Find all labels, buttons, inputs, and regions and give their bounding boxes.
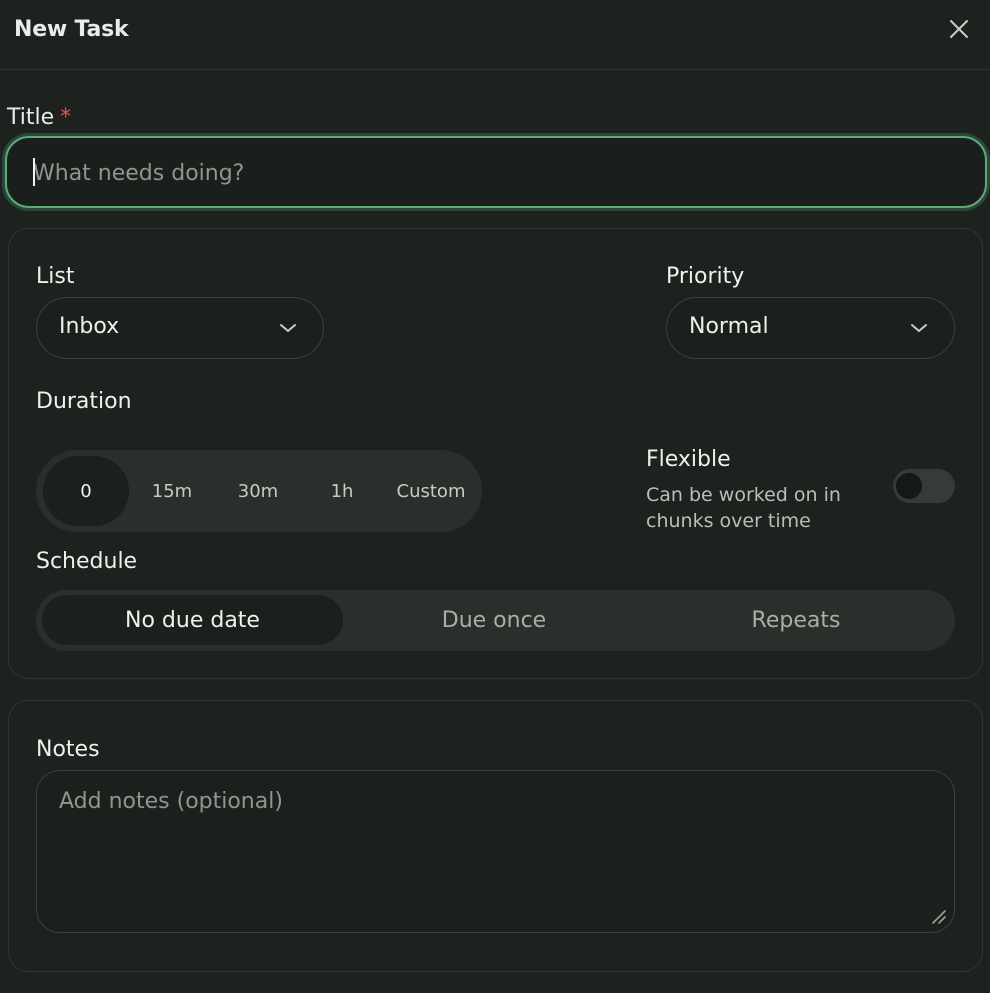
- duration-option-0[interactable]: 0: [43, 456, 129, 526]
- priority-select[interactable]: Normal: [666, 297, 955, 359]
- notes-card: Notes Add notes (optional): [8, 700, 983, 972]
- title-label: Title *: [7, 105, 71, 130]
- title-field[interactable]: [5, 136, 987, 208]
- flexible-label: Flexible: [646, 447, 731, 472]
- schedule-label: Schedule: [36, 549, 138, 574]
- notes-label: Notes: [36, 737, 100, 762]
- required-mark: *: [60, 105, 72, 130]
- close-button[interactable]: [945, 15, 973, 43]
- flexible-toggle[interactable]: [893, 469, 955, 503]
- duration-option-1h[interactable]: 1h: [312, 450, 372, 532]
- schedule-option-repeats[interactable]: Repeats: [645, 590, 947, 651]
- chevron-down-icon: [911, 324, 927, 332]
- schedule-option-no-due-date[interactable]: No due date: [42, 595, 343, 645]
- task-details-card: List Inbox Priority Normal Duration 0 15…: [8, 228, 983, 679]
- schedule-options: No due date Due once Repeats: [36, 590, 955, 651]
- priority-select-value: Normal: [689, 314, 769, 339]
- priority-label: Priority: [666, 264, 745, 289]
- flexible-description: Can be worked on in chunks over time: [646, 484, 841, 532]
- list-label: List: [36, 264, 75, 289]
- close-icon[interactable]: [949, 19, 969, 39]
- schedule-option-due-once[interactable]: Due once: [343, 590, 645, 651]
- duration-option-30m[interactable]: 30m: [218, 450, 298, 532]
- dialog-title: New Task: [14, 17, 129, 42]
- text-caret: [33, 158, 35, 186]
- duration-options: 0 15m 30m 1h Custom: [36, 450, 482, 532]
- duration-option-15m[interactable]: 15m: [134, 450, 210, 532]
- list-select-value: Inbox: [59, 314, 120, 339]
- resize-handle-icon[interactable]: [930, 908, 946, 924]
- duration-label: Duration: [36, 389, 132, 414]
- list-select[interactable]: Inbox: [36, 297, 324, 359]
- toggle-knob: [896, 473, 922, 499]
- dialog-header: New Task: [0, 0, 990, 70]
- notes-textarea[interactable]: Add notes (optional): [36, 770, 955, 933]
- title-input[interactable]: [31, 138, 965, 208]
- chevron-down-icon: [280, 324, 296, 332]
- title-label-text: Title: [7, 105, 55, 130]
- duration-option-custom[interactable]: Custom: [386, 450, 476, 532]
- notes-placeholder: Add notes (optional): [59, 789, 283, 814]
